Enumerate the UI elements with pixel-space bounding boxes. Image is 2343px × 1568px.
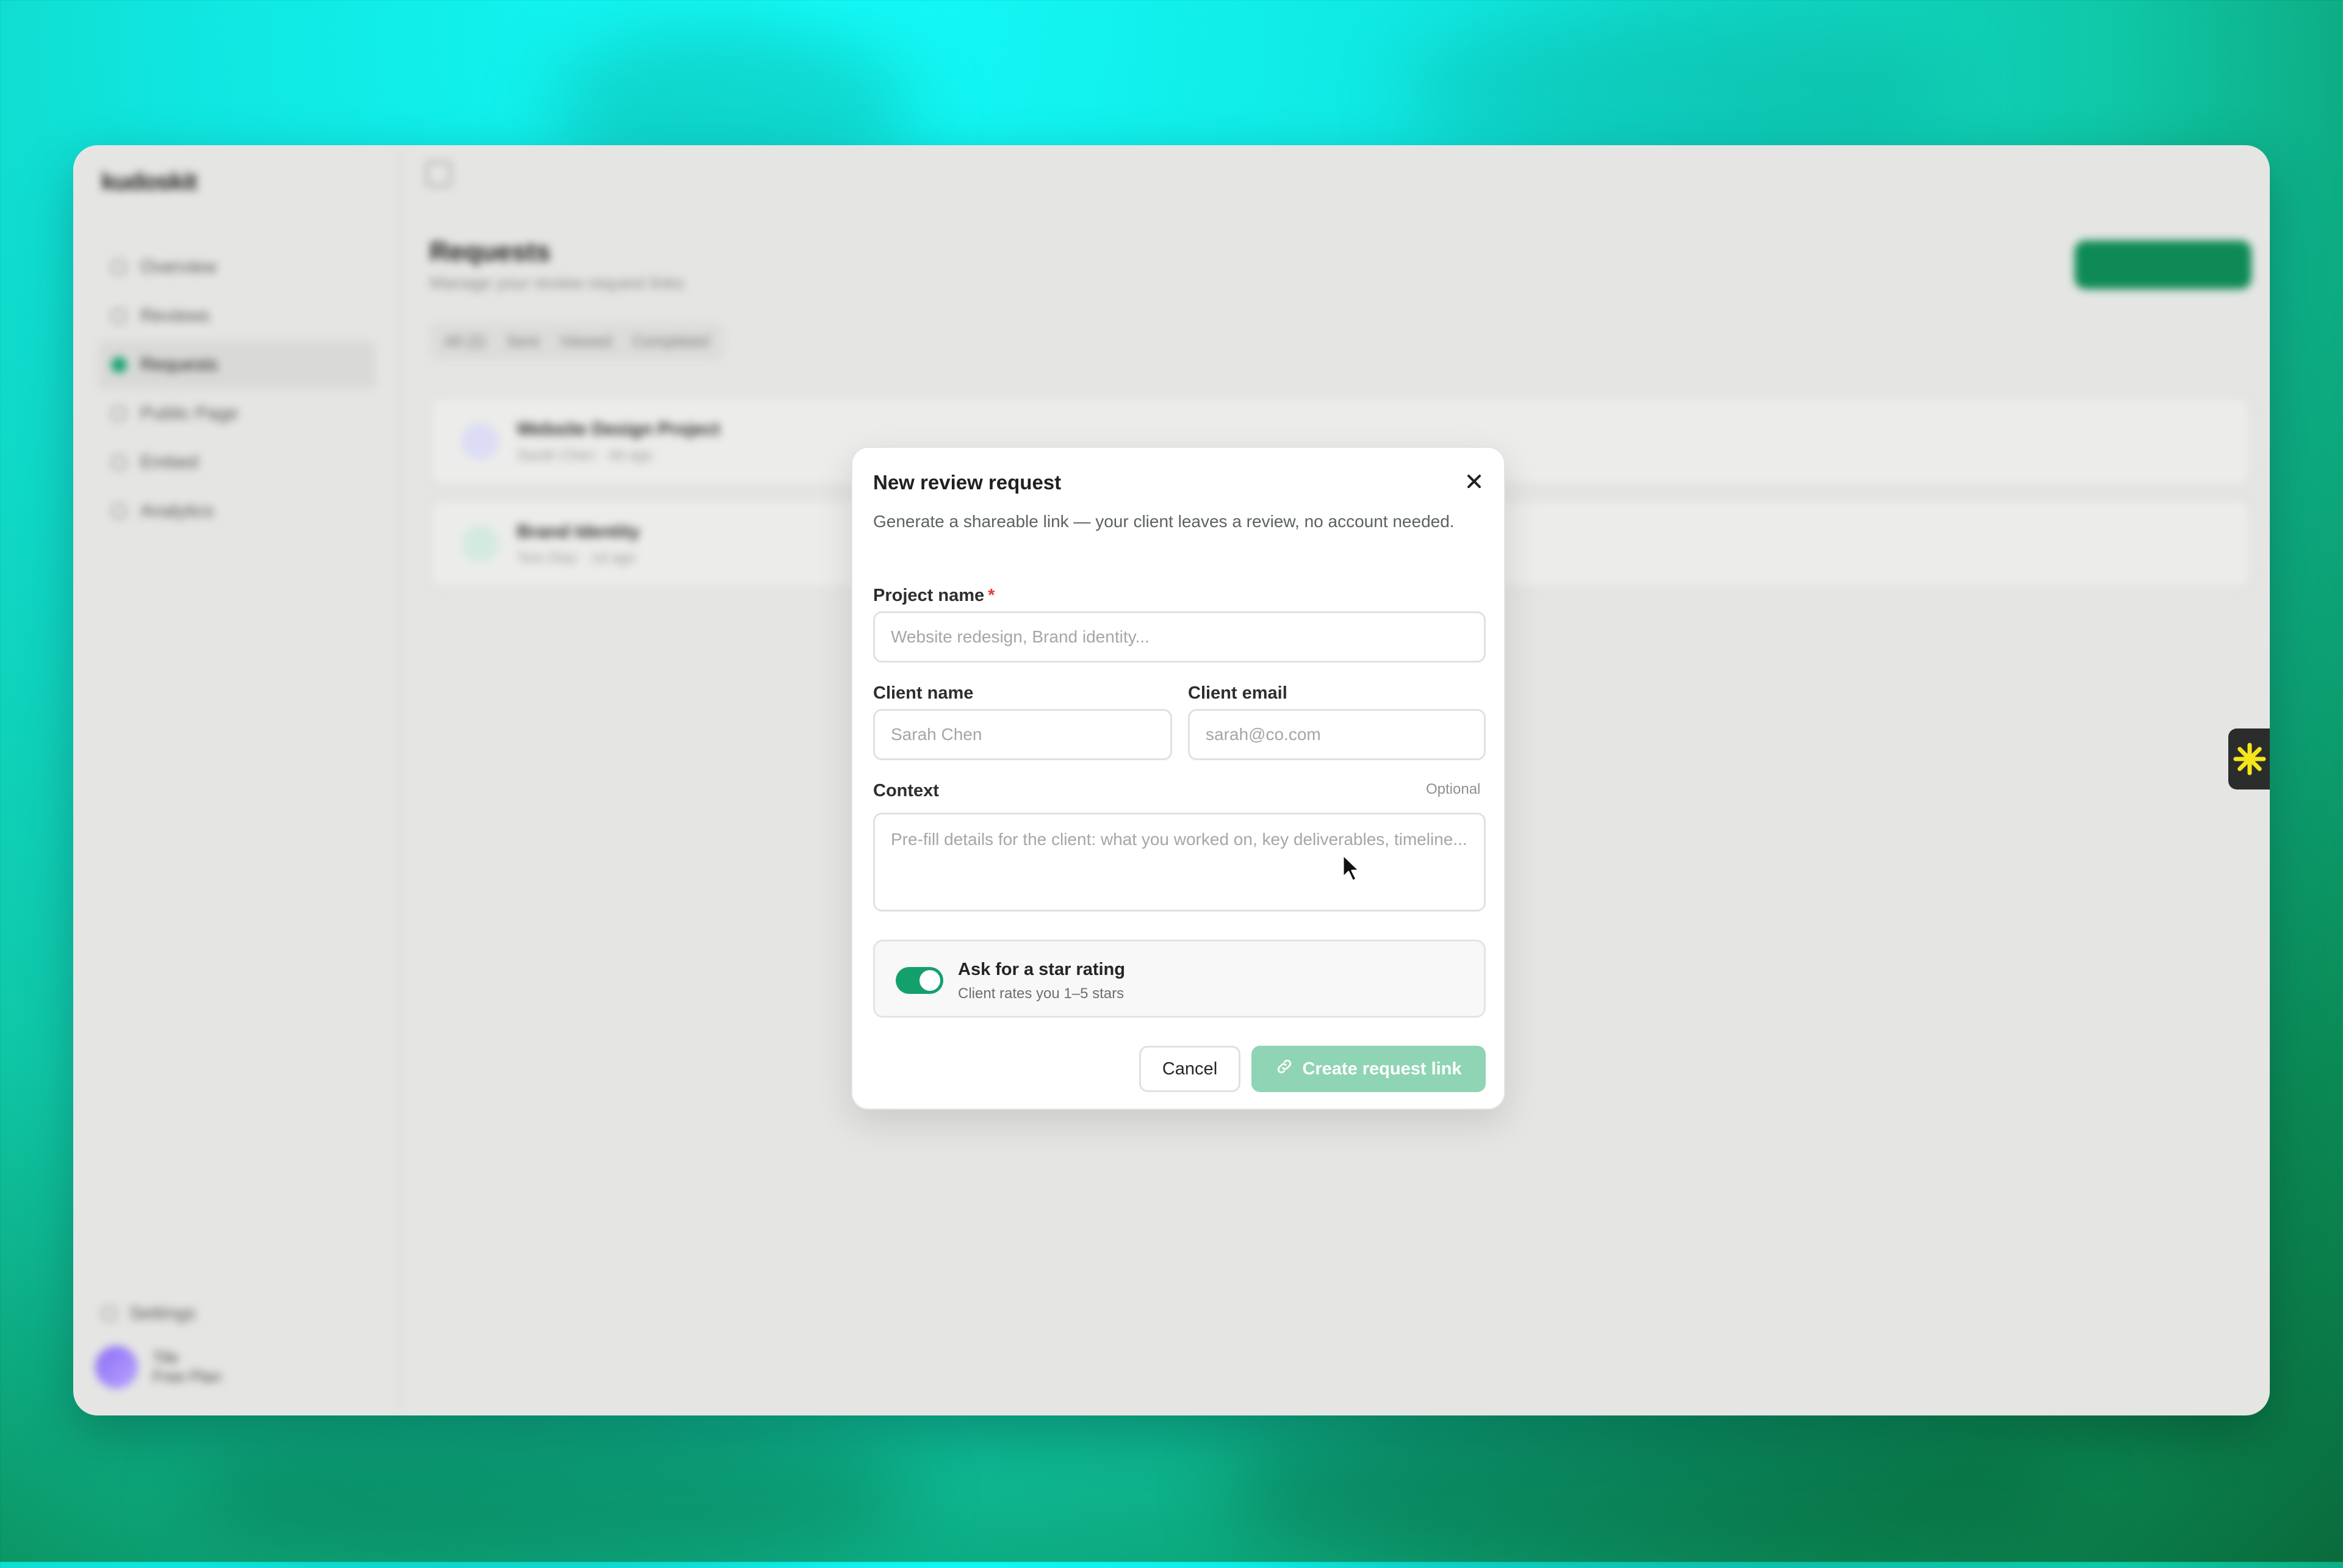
client-email-input[interactable]	[1188, 709, 1486, 760]
tab-viewed[interactable]: Viewed	[560, 332, 611, 351]
user-name: Tife	[153, 1348, 179, 1367]
context-label: Context	[873, 781, 939, 800]
tab-sent[interactable]: Sent	[506, 332, 539, 351]
dialog-title: New review request	[873, 471, 1062, 494]
user-profile[interactable]: Tife Free Plan	[95, 1346, 221, 1389]
sidebar-toggle-icon[interactable]	[426, 161, 452, 187]
sidebar-item-public-page[interactable]: Public Page	[98, 389, 376, 438]
tab-all[interactable]: All (2)	[444, 332, 486, 351]
user-plan: Free Plan	[153, 1367, 221, 1386]
client-name-input[interactable]	[873, 709, 1172, 760]
project-name-input[interactable]	[873, 611, 1486, 663]
sidebar-item-embed[interactable]: Embed	[98, 438, 376, 487]
reviews-icon	[111, 308, 127, 324]
sidebar-nav: Overview Reviews Requests Public Page Em…	[98, 243, 376, 536]
app-window: kudoskit Overview Reviews Requests Publi…	[73, 145, 2270, 1415]
sidebar-item-analytics[interactable]: Analytics	[98, 487, 376, 536]
new-request-button[interactable]	[2075, 240, 2251, 289]
new-review-request-dialog: New review request Generate a shareable …	[851, 447, 1505, 1110]
filter-tabs: All (2) Sent Viewed Completed	[430, 322, 724, 361]
project-name-label: Project name *	[873, 586, 995, 605]
sidebar-item-requests[interactable]: Requests	[98, 340, 376, 389]
close-icon[interactable]	[1461, 469, 1487, 494]
app-logo: kudoskit	[101, 168, 197, 195]
code-icon	[111, 455, 127, 470]
mouse-cursor-icon	[1342, 854, 1361, 882]
link-icon	[1275, 1057, 1294, 1081]
star-rating-toggle[interactable]	[896, 967, 943, 994]
sidebar-item-settings[interactable]: Settings	[101, 1303, 195, 1324]
cancel-button[interactable]: Cancel	[1139, 1046, 1240, 1092]
star-rating-title: Ask for a star rating	[958, 960, 1125, 979]
star-rating-subtitle: Client rates you 1–5 stars	[958, 985, 1125, 1002]
send-icon	[111, 357, 127, 373]
dialog-description: Generate a shareable link — your client …	[873, 512, 1455, 531]
toggle-knob	[920, 970, 940, 991]
avatar	[95, 1346, 138, 1389]
asterisk-icon	[2233, 743, 2266, 775]
sidebar-item-overview[interactable]: Overview	[98, 243, 376, 292]
send-icon	[462, 423, 498, 459]
gear-icon	[101, 1306, 117, 1322]
sidebar: kudoskit Overview Reviews Requests Publi…	[73, 145, 401, 1415]
client-email-label: Client email	[1188, 683, 1287, 703]
overview-icon	[111, 259, 127, 275]
required-asterisk: *	[988, 586, 995, 605]
sidebar-item-reviews[interactable]: Reviews	[98, 292, 376, 340]
feedback-widget[interactable]	[2228, 728, 2270, 789]
check-icon	[462, 525, 498, 562]
optional-label: Optional	[1426, 781, 1481, 797]
context-textarea[interactable]	[873, 813, 1486, 912]
globe-icon	[111, 406, 127, 422]
tab-completed[interactable]: Completed	[632, 332, 709, 351]
page-title: Requests	[430, 237, 551, 267]
create-button-label: Create request link	[1302, 1059, 1462, 1079]
create-request-link-button[interactable]: Create request link	[1251, 1046, 1486, 1092]
chart-icon	[111, 503, 127, 519]
star-rating-option: Ask for a star rating Client rates you 1…	[873, 940, 1486, 1018]
page-subtitle: Manage your review request links	[430, 273, 685, 292]
client-name-label: Client name	[873, 683, 974, 703]
